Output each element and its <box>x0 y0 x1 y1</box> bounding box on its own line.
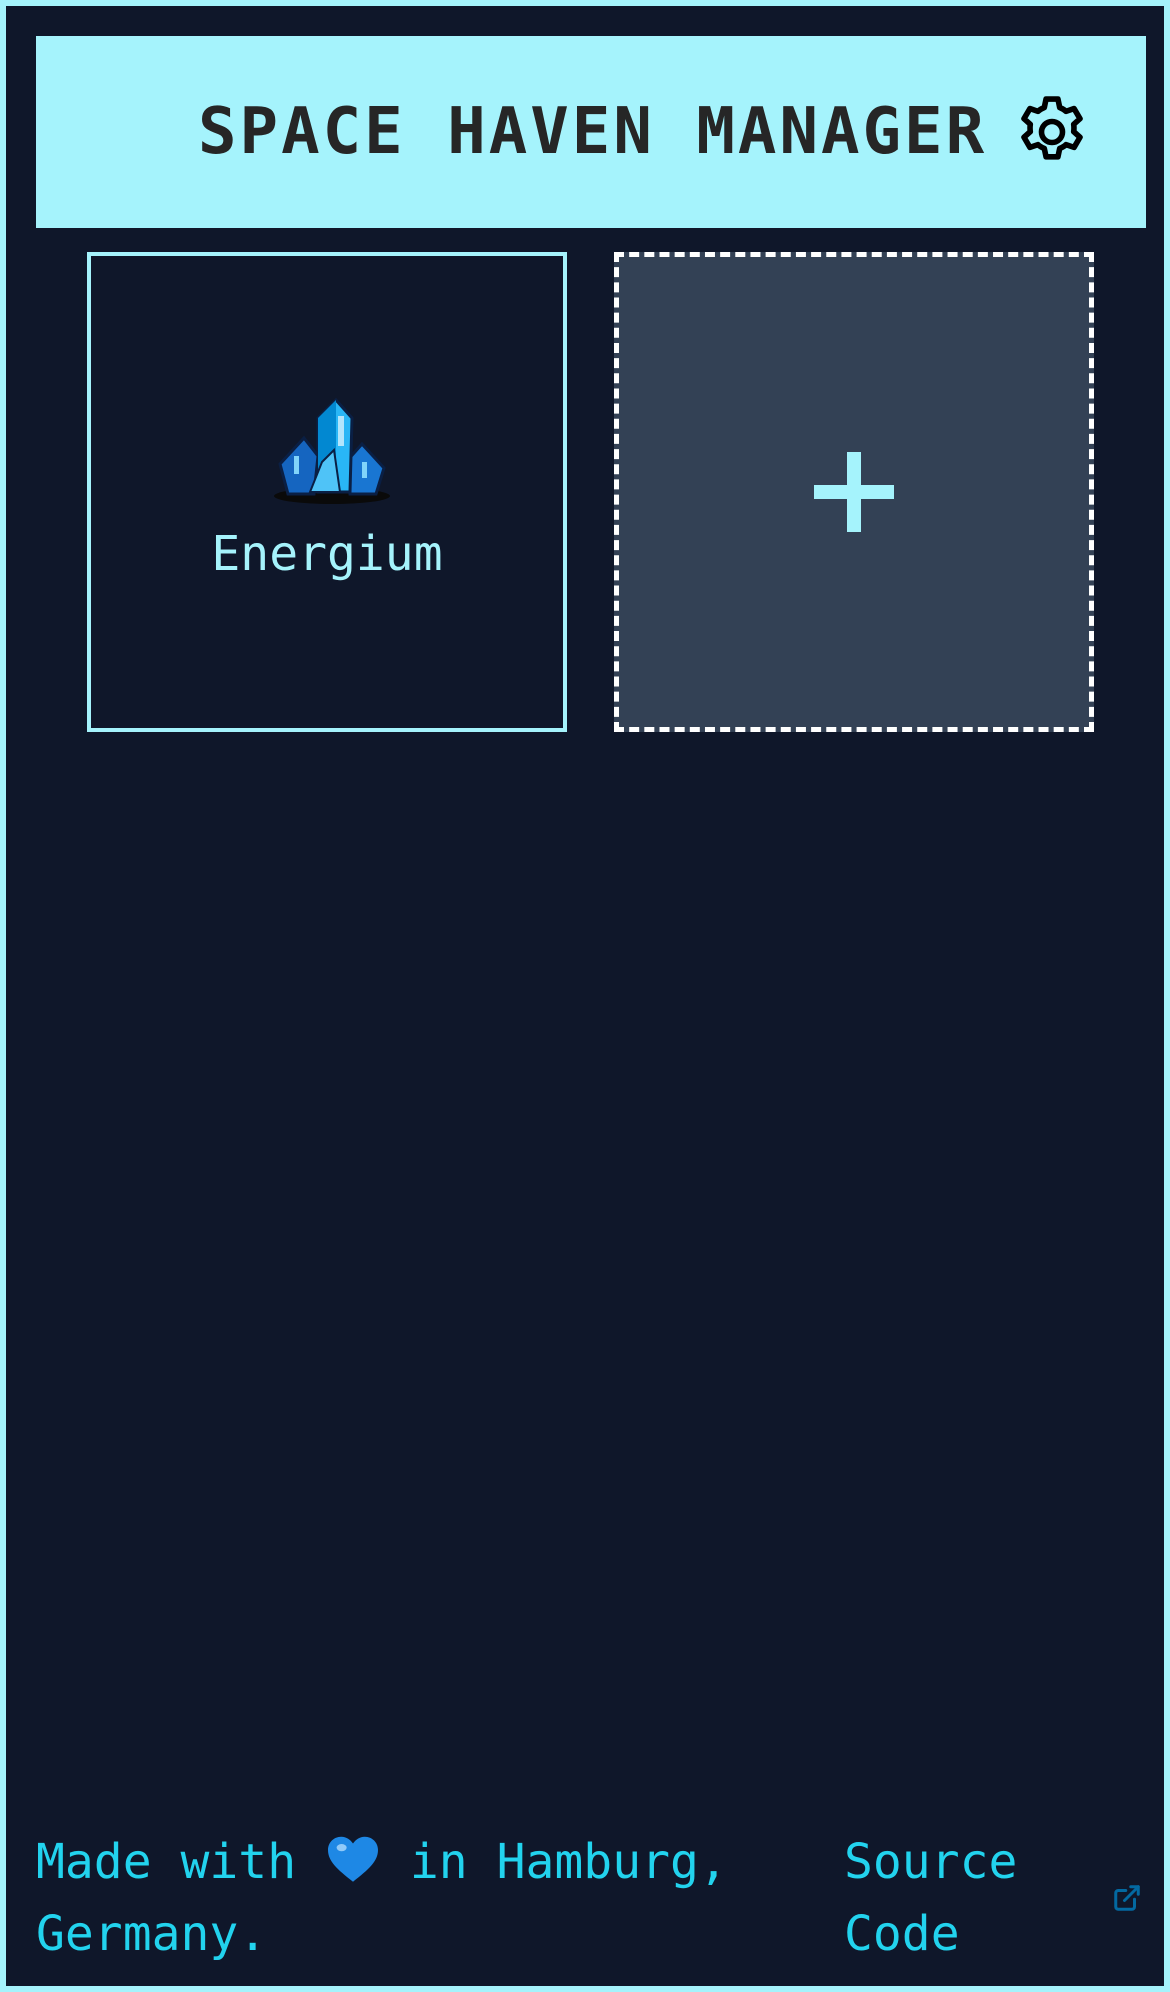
external-link-icon[interactable] <box>1112 1883 1142 1913</box>
settings-button[interactable] <box>1008 88 1096 176</box>
crystal-icon <box>274 397 390 504</box>
app-frame: SPACE HAVEN MANAGER Energium Made with i… <box>0 0 1170 1992</box>
made-with-text: Made with <box>36 1834 297 1890</box>
gear-icon <box>1021 96 1083 160</box>
header-bar: SPACE HAVEN MANAGER <box>36 36 1146 228</box>
resource-name: Energium <box>211 526 443 582</box>
footer-credit: Made with in Hamburg, Germany. <box>36 1826 796 1970</box>
blue-heart-icon <box>328 1836 378 1882</box>
resource-card-energium[interactable]: Energium <box>87 252 567 732</box>
plus-icon <box>814 452 894 532</box>
add-resource-button[interactable] <box>614 252 1094 732</box>
page-title: SPACE HAVEN MANAGER <box>198 95 988 169</box>
source-code-link[interactable]: Source Code <box>844 1826 1044 1970</box>
